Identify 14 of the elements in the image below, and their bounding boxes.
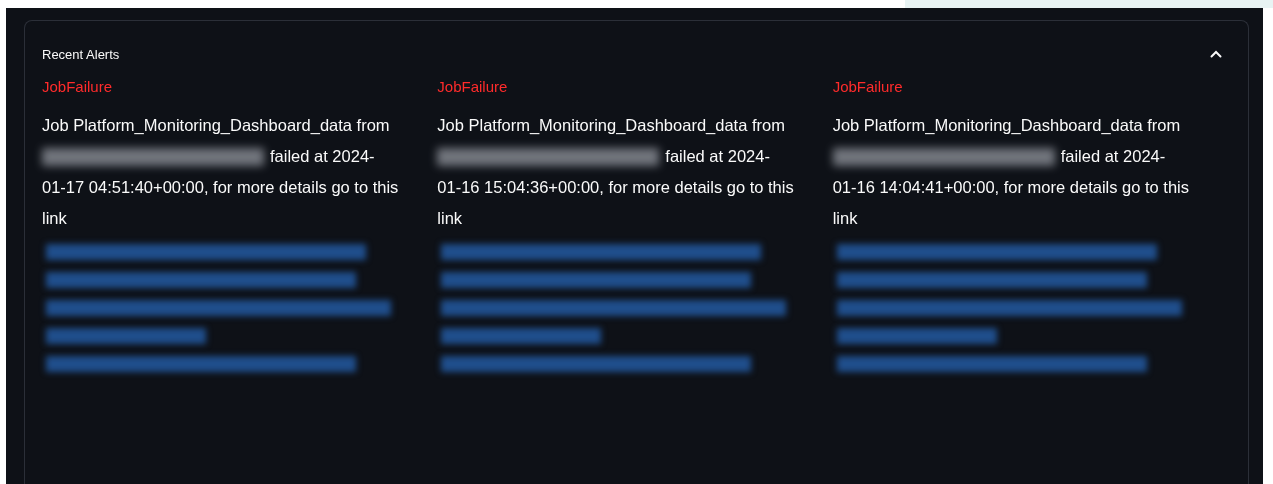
alert-type: JobFailure [832,77,904,97]
collapse-chevron-icon[interactable] [1210,50,1222,58]
alert-message: Job Platform_Monitoring_Dashboard_data from [832,116,1181,134]
alert-message: failed at 2024- [270,146,375,167]
alert-message: 01-17 04:51:40+00:00, for more details go to this link [42,178,399,227]
alert-message: failed at 2024- [1060,146,1166,167]
alert-message: 01-16 15:04:36+00:00, for more details go to this link [437,178,794,227]
panel-title: Recent Alerts [42,46,120,62]
alert-type: JobFailure [42,77,114,97]
alert-message: failed at 2024- [665,146,770,167]
alert-message: 01-16 14:04:41+00:00, for more details go to this link [832,178,1190,227]
alert-message: Job Platform_Monitoring_Dashboard_data from [42,116,390,134]
alert-message: Job Platform_Monitoring_Dashboard_data from [437,116,785,134]
alert-type: JobFailure [437,77,509,97]
